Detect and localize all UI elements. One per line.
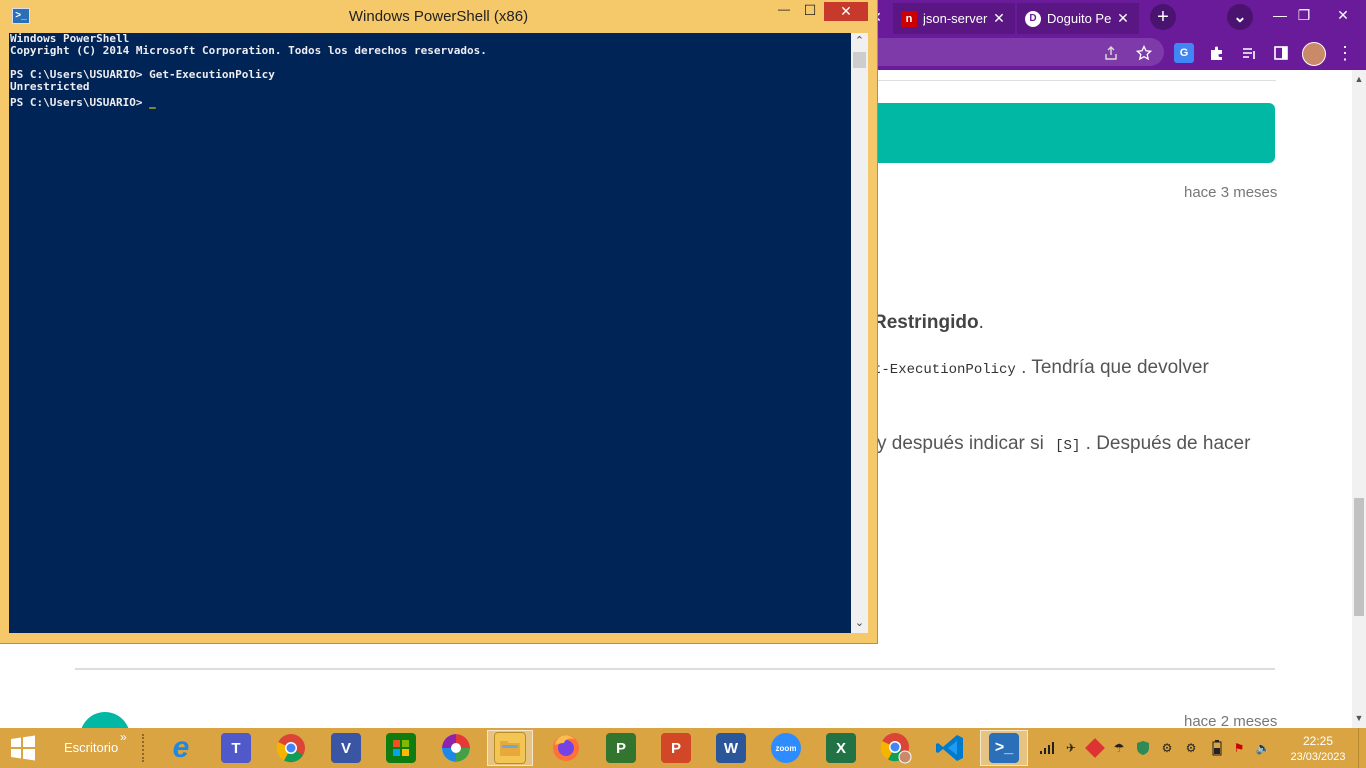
chrome-close-button[interactable]: ✕	[1320, 0, 1366, 30]
taskbar-project-icon[interactable]: P	[598, 730, 644, 766]
reading-list-icon[interactable]	[1238, 42, 1260, 64]
bold-word: Restringido	[873, 312, 979, 333]
console-output[interactable]: Windows PowerShell Copyright (C) 2014 Mi…	[9, 33, 851, 633]
tray-app-icon[interactable]: ⚙	[1158, 738, 1176, 758]
scroll-down-icon[interactable]: ⌄	[851, 616, 868, 632]
page-scrollbar-thumb[interactable]	[1354, 498, 1364, 616]
desktop-toolbar-label[interactable]: Escritorio	[64, 740, 118, 755]
translate-icon[interactable]: G	[1174, 43, 1194, 63]
clock-date[interactable]: 23/03/2023	[1282, 751, 1354, 763]
scroll-up-icon[interactable]: ▲	[1352, 74, 1366, 86]
taskbar-grip[interactable]	[142, 734, 149, 762]
console-prompt: PS C:\Users\USUARIO>	[10, 96, 150, 109]
paragraph-text: . Después de hacer	[1085, 433, 1251, 454]
windows-start-icon[interactable]	[8, 734, 38, 762]
show-desktop-button[interactable]	[1358, 728, 1366, 768]
paragraph-line-2: t-ExecutionPolicy . Tendría que devolver	[873, 357, 1209, 379]
tab-close-icon[interactable]: ✕	[991, 10, 1007, 27]
taskbar-file-explorer-icon[interactable]	[487, 730, 533, 766]
new-tab-button[interactable]: +	[1150, 4, 1176, 30]
taskbar-firefox-icon[interactable]	[543, 730, 589, 766]
paragraph-text: . Tendría que devolver	[1021, 357, 1209, 378]
flag-icon[interactable]: ⚑	[1230, 738, 1248, 758]
doguito-favicon-icon: D	[1025, 10, 1041, 27]
taskbar-word-icon[interactable]: W	[708, 730, 754, 766]
minimize-button[interactable]: —	[773, 2, 795, 22]
console-line: Copyright (C) 2014 Microsoft Corporation…	[10, 44, 487, 57]
bold-tail: .	[978, 312, 984, 333]
toolbar-expand-icon[interactable]: »	[120, 730, 127, 744]
taskbar-teams-icon[interactable]: T	[213, 730, 259, 766]
taskbar-store-icon[interactable]	[378, 730, 424, 766]
tab-search-button[interactable]: ⌄	[1227, 4, 1253, 30]
chrome-maximize-button[interactable]: ❐	[1286, 0, 1322, 30]
text-cursor: _	[149, 96, 156, 109]
powershell-icon[interactable]: >_	[12, 8, 30, 24]
inline-code: t-ExecutionPolicy	[873, 362, 1016, 378]
console-scrollbar[interactable]	[851, 33, 868, 633]
network-signal-icon[interactable]	[1038, 738, 1056, 758]
npm-favicon-icon: n	[901, 10, 917, 27]
bookmark-star-icon[interactable]	[1133, 42, 1155, 64]
tab-label: json-server	[923, 11, 988, 26]
taskbar-vscode-icon[interactable]	[927, 730, 973, 766]
tab-json-server[interactable]: n json-server ✕	[893, 3, 1015, 34]
tab-close-icon[interactable]: ✕	[1115, 10, 1131, 27]
tray-app-icon[interactable]: ✈	[1062, 738, 1080, 758]
menu-icon[interactable]: ⋮	[1334, 42, 1356, 64]
tab-label: Doguito Pe	[1047, 11, 1112, 26]
maximize-button[interactable]: ☐	[799, 2, 821, 22]
paragraph-line-1: Restringido.	[873, 312, 984, 334]
page-scrollbar[interactable]	[1352, 70, 1366, 728]
divider	[75, 668, 1275, 670]
taskbar-internet-explorer-icon[interactable]: e	[158, 730, 204, 766]
taskbar-chrome-profile-icon[interactable]	[873, 730, 919, 766]
tray-app-icon[interactable]: ⚙	[1182, 738, 1200, 758]
window-title: Windows PowerShell (x86)	[348, 8, 529, 25]
taskbar-visio-icon[interactable]: V	[323, 730, 369, 766]
divider	[876, 80, 1276, 81]
comment-time: hace 3 meses	[1184, 184, 1278, 201]
clock-time[interactable]: 22:25	[1288, 734, 1348, 748]
inline-code: [S]	[1055, 438, 1081, 454]
console-line: Unrestricted	[10, 80, 90, 93]
paragraph-line-3: y después indicar si [S] . Después de ha…	[877, 433, 1250, 455]
share-icon[interactable]	[1100, 42, 1122, 64]
profile-avatar-icon[interactable]	[1302, 42, 1326, 66]
taskbar-zoom-icon[interactable]: zoom	[763, 730, 809, 766]
side-panel-icon[interactable]	[1270, 42, 1292, 64]
taskbar-powershell-icon[interactable]: >_	[980, 730, 1028, 766]
taskbar-picasa-icon[interactable]	[433, 730, 479, 766]
scroll-down-icon[interactable]: ▼	[1352, 713, 1366, 725]
paragraph-text: y después indicar si	[877, 433, 1044, 454]
extensions-icon[interactable]	[1206, 42, 1228, 64]
taskbar-chrome-icon[interactable]	[268, 730, 314, 766]
accent-banner	[876, 103, 1275, 163]
tab-doguito[interactable]: D Doguito Pe ✕	[1017, 3, 1139, 34]
close-button[interactable]: ✕	[824, 2, 868, 21]
taskbar-powerpoint-icon[interactable]: P	[653, 730, 699, 766]
console-prompt-line: PS C:\Users\USUARIO> _	[10, 93, 156, 111]
volume-icon[interactable]: 🔈	[1254, 738, 1272, 758]
tray-sync-icon[interactable]: ☂	[1110, 738, 1128, 758]
console-scrollbar-thumb[interactable]	[853, 52, 866, 68]
taskbar-excel-icon[interactable]: X	[818, 730, 864, 766]
anydesk-tray-icon[interactable]	[1085, 738, 1105, 758]
battery-icon[interactable]	[1208, 738, 1226, 758]
security-shield-icon[interactable]	[1134, 738, 1152, 758]
scroll-up-icon[interactable]: ⌃	[851, 34, 868, 50]
